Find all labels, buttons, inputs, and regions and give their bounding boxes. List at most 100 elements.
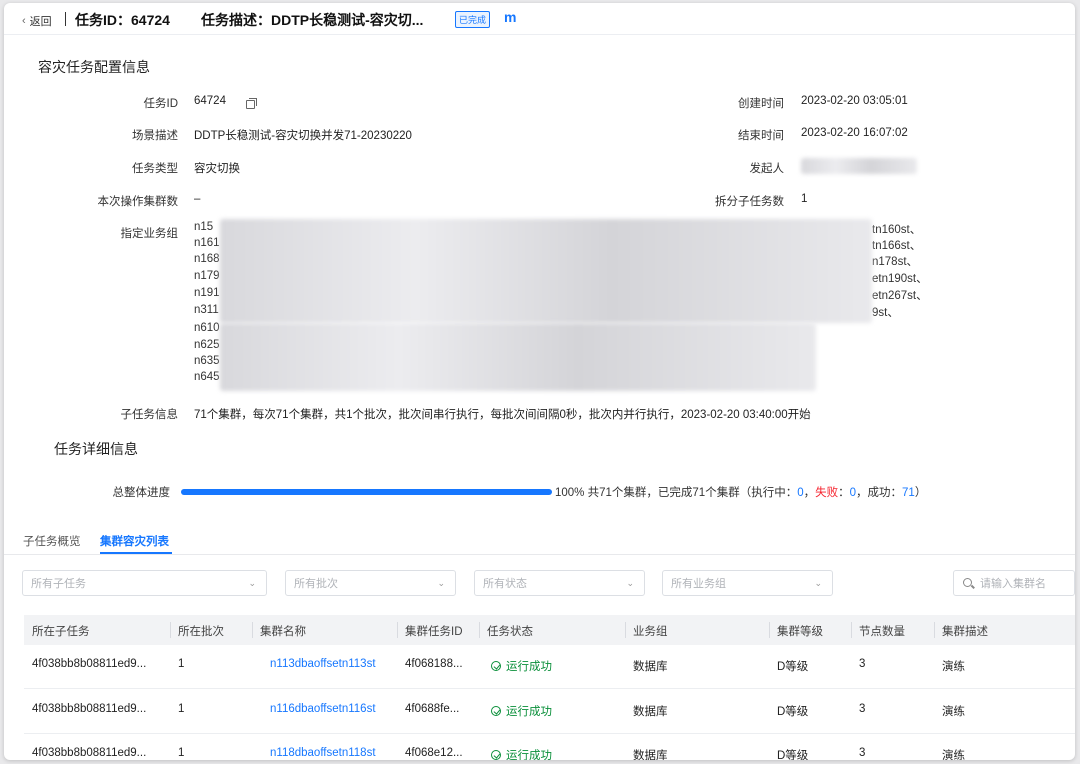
tab-subtask-overview[interactable]: 子任务概览 [23,533,81,549]
column-header: 业务组 [633,626,668,638]
status-select[interactable]: 所有状态 ⌄ [474,570,645,596]
config-section-title: 容灾任务配置信息 [38,59,150,75]
column-divider [851,622,852,638]
cluster-search-input[interactable]: 请输入集群名 [953,570,1075,596]
table-cell-subtask: 4f038bb8b08811ed9... [32,658,147,670]
cluster-name-link[interactable]: n113dbaoffsetn113st [270,658,376,670]
biz-group-item: n191 [194,287,220,299]
chevron-left-icon: ‹ [22,15,26,27]
task-type-value: 容灾切换 [194,163,240,175]
brand-m-icon[interactable]: m [504,9,516,25]
biz-group-item: n610 [194,322,220,334]
biz-group-item-tail: tn166st、 [872,240,922,252]
column-divider [769,622,770,638]
check-circle-icon [491,706,501,716]
end-time-label: 结束时间 [738,130,784,142]
copy-icon[interactable] [246,98,257,109]
redacted-initiator [801,158,917,174]
table-cell-batch: 1 [178,747,185,759]
progress-summary: 100% 共71个集群，已完成71个集群（执行中：0，失败：0，成功：71） [555,484,926,500]
table-cell-batch: 1 [178,658,185,670]
task-type-label: 任务类型 [132,163,178,175]
table-cell-cluster-task-id: 4f068188... [405,658,463,670]
biz-group-item-tail: tn160st、 [872,224,922,236]
column-header: 集群描述 [942,626,988,638]
progress-text: 100% 共71个集群，已完成71个集群（执行中： [555,487,798,499]
batch-select[interactable]: 所有批次 ⌄ [285,570,456,596]
initiator-label: 发起人 [749,163,785,175]
column-header: 所在批次 [178,626,224,638]
column-divider [625,622,626,638]
back-button[interactable]: ‹ 返回 [22,13,52,29]
table-cell-batch: 1 [178,703,185,715]
sep: ： [890,487,903,499]
status-text: 运行成功 [506,706,552,718]
status-text: 运行成功 [506,750,552,760]
table-cell-level: D等级 [777,661,809,673]
back-label: 返回 [29,16,52,28]
sep: ， [803,487,816,499]
biz-group-item: n168 [194,253,220,265]
cluster-count-label: 本次操作集群数 [97,196,179,208]
status-text: 运行成功 [506,661,552,673]
table-cell-subtask: 4f038bb8b08811ed9... [32,703,147,715]
cluster-name-link[interactable]: n116dbaoffsetn116st [270,703,376,715]
tab-cluster-dr-list[interactable]: 集群容灾列表 [100,533,169,549]
subtask-info-label: 子任务信息 [120,409,179,421]
table-cell-status: 运行成功 [491,703,552,719]
biz-group-item: n645 [194,371,220,383]
cluster-name-link[interactable]: n118dbaoffsetn118st [270,747,376,759]
subtask-select-placeholder: 所有子任务 [31,578,86,590]
check-circle-icon [491,750,501,760]
task-id-title: 任务ID：64724 [75,12,170,28]
biz-group-item: n179 [194,270,220,282]
tabs-divider [4,554,1075,555]
column-header: 集群等级 [777,626,823,638]
end-time-value: 2023-02-20 16:07:02 [801,127,908,139]
split-count-value: 1 [801,193,808,205]
scene-value: DDTP长稳测试-容灾切换并发71-20230220 [194,130,412,142]
table-cell-status: 运行成功 [491,747,552,760]
biz-group-select[interactable]: 所有业务组 ⌄ [662,570,833,596]
search-placeholder: 请输入集群名 [980,578,1046,590]
task-desc-title: 任务描述：DDTP长稳测试-容灾切... [201,12,424,28]
task-id-value: 64724 [194,95,226,107]
app-window: ‹ 返回 任务ID：64724 任务描述：DDTP长稳测试-容灾切... 已完成… [4,3,1075,760]
sep: ： [838,487,850,499]
progress-label: 总整体进度 [112,487,171,499]
fail-label: 失败 [815,487,839,499]
redacted-block [220,323,816,391]
subtask-info-value: 71个集群，每次71个集群，共1个批次，批次间串行执行，每批次间间隔0秒，批次内… [194,409,811,421]
search-icon [963,578,972,587]
table-cell-subtask: 4f038bb8b08811ed9... [32,747,147,759]
biz-group-item-tail: etn267st、 [872,290,928,302]
table-cell-cluster-task-id: 4f068e12... [405,747,463,759]
create-time-value: 2023-02-20 03:05:01 [801,95,908,107]
sep: ） [914,487,927,499]
table-cell-desc: 演练 [942,706,965,718]
column-divider [397,622,398,638]
row-divider [24,733,1075,734]
column-divider [252,622,253,638]
success-label: 成功 [867,487,891,499]
biz-group-item: n15 [194,221,214,233]
progress-fill [181,489,552,495]
biz-group-item: n311 [194,304,219,316]
status-badge: 已完成 [455,11,491,28]
success-count: 71 [902,487,915,499]
create-time-label: 创建时间 [738,98,784,110]
table-cell-nodes: 3 [859,703,866,715]
scene-label: 场景描述 [132,130,178,142]
row-divider [24,688,1075,689]
subtask-select[interactable]: 所有子任务 ⌄ [22,570,267,596]
column-header: 节点数量 [859,626,905,638]
biz-group-item-tail: etn190st、 [872,273,928,285]
chevron-down-icon: ⌄ [814,578,822,588]
biz-group-item: n161 [194,237,220,249]
table-cell-desc: 演练 [942,661,965,673]
progress-bar [181,489,552,495]
biz-group-select-placeholder: 所有业务组 [671,578,726,590]
chevron-down-icon: ⌄ [248,578,256,588]
tab-active-indicator [100,552,172,554]
biz-group-item: n625 [194,339,220,351]
